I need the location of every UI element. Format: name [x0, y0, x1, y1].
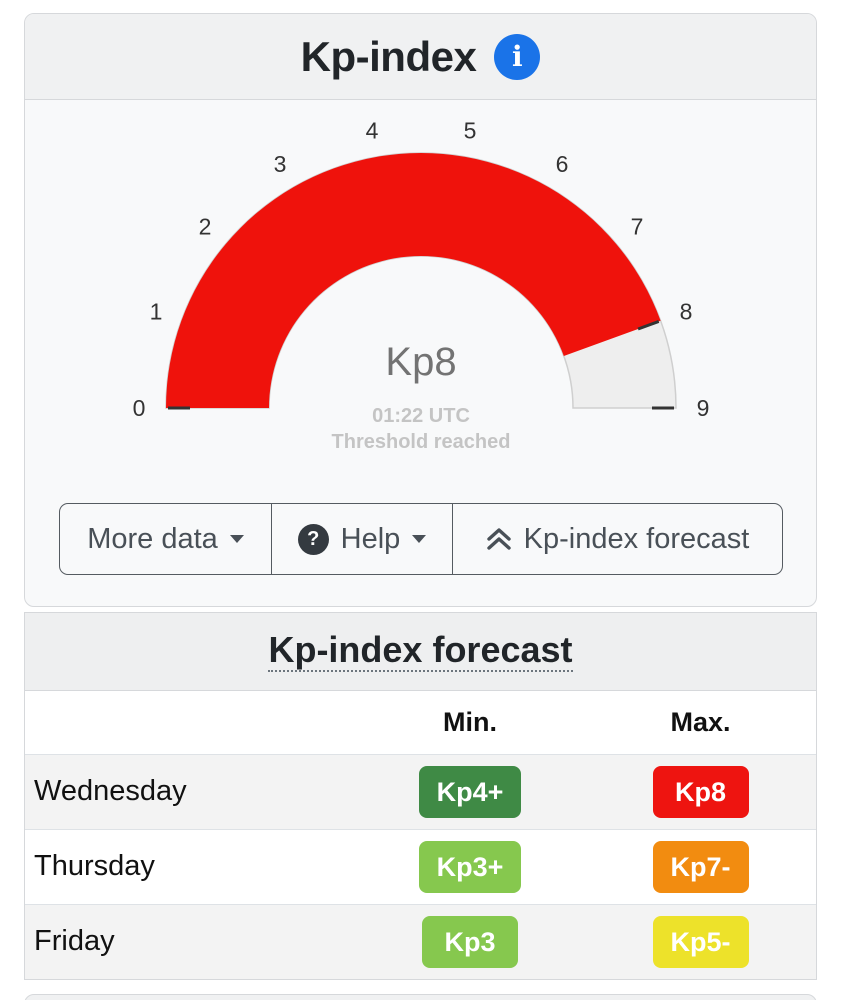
column-header-min: Min.: [443, 706, 497, 737]
question-circle-icon: ?: [297, 523, 329, 555]
double-chevron-up-icon: [486, 528, 511, 550]
forecast-header: Kp-index forecast: [25, 613, 816, 691]
kp-forecast-button[interactable]: Kp-index forecast: [452, 504, 782, 574]
page-title: Kp-index: [300, 32, 477, 80]
chevron-down-icon: [229, 535, 244, 543]
gauge-tick-label: 8: [680, 299, 693, 325]
table-row: Wednesday Kp4+ Kp8: [25, 753, 816, 829]
more-data-label: More data: [87, 522, 218, 555]
forecast-table: Min. Max. Wednesday Kp4+ Kp8 Thursday Kp…: [25, 691, 816, 979]
gauge-tick-label: 0: [133, 395, 146, 421]
column-header-day: [25, 691, 355, 754]
gauge-value-label: Kp8: [385, 340, 456, 384]
gauge-tick-label: 6: [556, 151, 569, 177]
kp-min-badge: Kp3+: [418, 840, 522, 893]
gauge-tick-label: 3: [274, 151, 287, 177]
gauge-tick-label: 4: [366, 117, 379, 143]
help-button[interactable]: ? Help: [271, 504, 452, 574]
info-icon[interactable]: i: [494, 33, 541, 80]
kp-index-card: Kp-index i 0 1 2 3 4 5 6 7 8 9 Kp8 01:22 UTC Thresho…: [24, 13, 817, 607]
next-card: [24, 994, 817, 1000]
forecast-section: Kp-index forecast Min. Max. Wednesday Kp…: [24, 612, 817, 980]
kp-forecast-button-label: Kp-index forecast: [523, 522, 750, 555]
gauge-status-label: Threshold reached: [332, 431, 511, 453]
kp-gauge: 0 1 2 3 4 5 6 7 8 9 Kp8 01:22 UTC Threshold reached: [133, 117, 710, 453]
gauge-tick-label: 9: [697, 395, 710, 421]
kp-min-badge: Kp3: [422, 915, 518, 968]
button-group: More data ? Help Kp-index forecast: [59, 503, 783, 575]
gauge-time-label: 01:22 UTC: [372, 405, 470, 427]
gauge-tick-label: 1: [150, 299, 163, 325]
gauge-tick-label: 7: [631, 214, 644, 240]
kp-min-badge: Kp4+: [418, 765, 522, 818]
day-cell: Wednesday: [25, 753, 355, 829]
more-data-button[interactable]: More data: [60, 504, 271, 574]
kp-max-badge: Kp7-: [652, 840, 749, 893]
help-label: Help: [340, 522, 401, 555]
chevron-down-icon: [412, 535, 427, 543]
table-row: Thursday Kp3+ Kp7-: [25, 828, 816, 904]
gauge-tick-label: 2: [199, 214, 212, 240]
day-cell: Friday: [25, 903, 355, 979]
table-row: Friday Kp3 Kp5-: [25, 903, 816, 979]
kp-index-header: Kp-index i: [25, 14, 816, 100]
day-cell: Thursday: [25, 828, 355, 904]
kp-max-badge: Kp5-: [652, 915, 749, 968]
forecast-title[interactable]: Kp-index forecast: [268, 631, 573, 672]
gauge-tick-label: 5: [464, 117, 477, 143]
column-header-max: Max.: [670, 706, 731, 737]
kp-max-badge: Kp8: [652, 765, 749, 818]
